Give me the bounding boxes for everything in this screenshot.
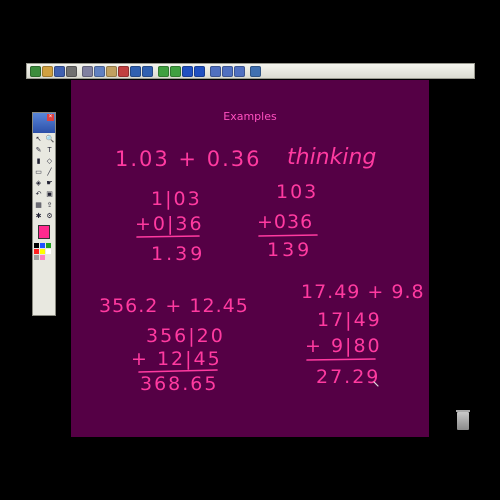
magnify-icon[interactable]: 🔍	[46, 136, 55, 144]
work4-row2: + 9|80	[305, 335, 382, 357]
work4-row1: 17|49	[317, 309, 382, 331]
eraser-icon[interactable]: ▭	[35, 169, 43, 177]
settings-icon[interactable]: ⚙	[46, 213, 54, 221]
color-swatch[interactable]	[40, 243, 45, 248]
fill-icon[interactable]: ◈	[35, 180, 43, 188]
capture-icon[interactable]: ▦	[35, 202, 43, 210]
palette-tool-row: ▦ ⇪	[33, 202, 55, 210]
palette-tool-row: ↖ 🔍	[33, 136, 55, 144]
work3-underline	[138, 369, 218, 373]
problem1-expression: 1.03 + 0.36	[115, 147, 261, 171]
palette-tools: ↖ 🔍 ✎ T ▮ ◇ ▭ ╱ ◈ ☛ ↶ ▣ ▦ ⇪ ✱ ⚙	[33, 136, 55, 221]
zoom-out-icon[interactable]	[222, 65, 233, 77]
palette-tool-row: ▮ ◇	[33, 158, 55, 166]
select-icon[interactable]: ↖	[35, 136, 43, 144]
delete-icon[interactable]	[118, 65, 129, 77]
color-swatch[interactable]	[46, 249, 51, 254]
redo-icon[interactable]	[142, 65, 153, 77]
pen-icon[interactable]: ✎	[35, 147, 43, 155]
palette-tool-row: ✎ T	[33, 147, 55, 155]
screen-shade-icon[interactable]	[158, 65, 169, 77]
color-swatch[interactable]	[34, 243, 39, 248]
whiteboard-canvas[interactable]: Examples 1.03 + 0.36 thinking 1|03 +0|36…	[71, 80, 429, 437]
stamp-icon[interactable]: ✱	[35, 213, 43, 221]
cut-icon[interactable]	[82, 65, 93, 77]
current-color-swatch[interactable]	[38, 225, 50, 239]
color-swatch[interactable]	[40, 249, 45, 254]
color-swatch[interactable]	[34, 255, 39, 260]
export-icon[interactable]: ⇪	[46, 202, 54, 210]
new-page-icon[interactable]	[30, 65, 41, 77]
palette-header[interactable]: ×	[33, 113, 55, 133]
main-toolbar	[26, 63, 475, 79]
work2-row1: 103	[276, 181, 318, 203]
work1-underline	[136, 235, 200, 238]
zoom-fit-icon[interactable]	[234, 65, 245, 77]
handwriting-layer: 1.03 + 0.36 thinking 1|03 +0|36 1.39 103…	[99, 145, 425, 395]
color-swatch[interactable]	[40, 255, 45, 260]
zoom-in-icon[interactable]	[210, 65, 221, 77]
print-icon[interactable]	[66, 65, 77, 77]
text-icon[interactable]: T	[46, 147, 54, 155]
problem2-expression: 356.2 + 12.45	[99, 295, 249, 317]
previous-page-icon[interactable]	[170, 65, 181, 77]
open-icon[interactable]	[42, 65, 53, 77]
paste-icon[interactable]	[106, 65, 117, 77]
work1-row2: +0|36	[135, 213, 204, 235]
palette-tool-row: ◈ ☛	[33, 180, 55, 188]
toolbar-separator	[206, 65, 209, 77]
save-icon[interactable]	[54, 65, 65, 77]
undo-icon[interactable]: ↶	[35, 191, 43, 199]
palette-tool-row: ▭ ╱	[33, 169, 55, 177]
work2-underline	[258, 234, 318, 237]
work1-result: 1.39	[151, 243, 205, 265]
work2-result: 139	[267, 239, 312, 261]
line-icon[interactable]: ╱	[46, 169, 54, 177]
problem3-expression: 17.49 + 9.8	[301, 281, 425, 303]
work3-row1: 356|20	[146, 325, 225, 347]
palette-tool-row: ✱ ⚙	[33, 213, 55, 221]
close-icon[interactable]: ×	[47, 114, 54, 121]
work4-result: 27.29	[316, 366, 380, 388]
back-icon[interactable]	[182, 65, 193, 77]
toolbar-separator	[78, 65, 81, 77]
toolbar-separator	[154, 65, 157, 77]
tool-palette: × ↖ 🔍 ✎ T ▮ ◇ ▭ ╱ ◈ ☛ ↶ ▣ ▦ ⇪ ✱ ⚙	[32, 112, 56, 316]
work3-row2: + 12|45	[131, 348, 222, 370]
work1-row1: 1|03	[151, 188, 202, 210]
color-swatch[interactable]	[46, 243, 51, 248]
display-icon[interactable]	[250, 65, 261, 77]
palette-tool-row: ↶ ▣	[33, 191, 55, 199]
work2-row2: +036	[257, 211, 313, 233]
color-swatches	[34, 243, 54, 260]
image-icon[interactable]: ▣	[46, 191, 54, 199]
shape-icon[interactable]: ◇	[46, 158, 54, 166]
highlighter-icon[interactable]: ▮	[35, 158, 43, 166]
copy-icon[interactable]	[94, 65, 105, 77]
pointer-icon[interactable]: ☛	[46, 180, 54, 188]
problem1-note: thinking	[287, 145, 376, 170]
work4-underline	[306, 358, 376, 361]
undo-icon[interactable]	[130, 65, 141, 77]
forward-icon[interactable]	[194, 65, 205, 77]
color-swatch[interactable]	[34, 249, 39, 254]
trash-icon[interactable]	[456, 410, 470, 430]
toolbar-separator	[246, 65, 249, 77]
work3-result: 368.65	[140, 373, 218, 395]
